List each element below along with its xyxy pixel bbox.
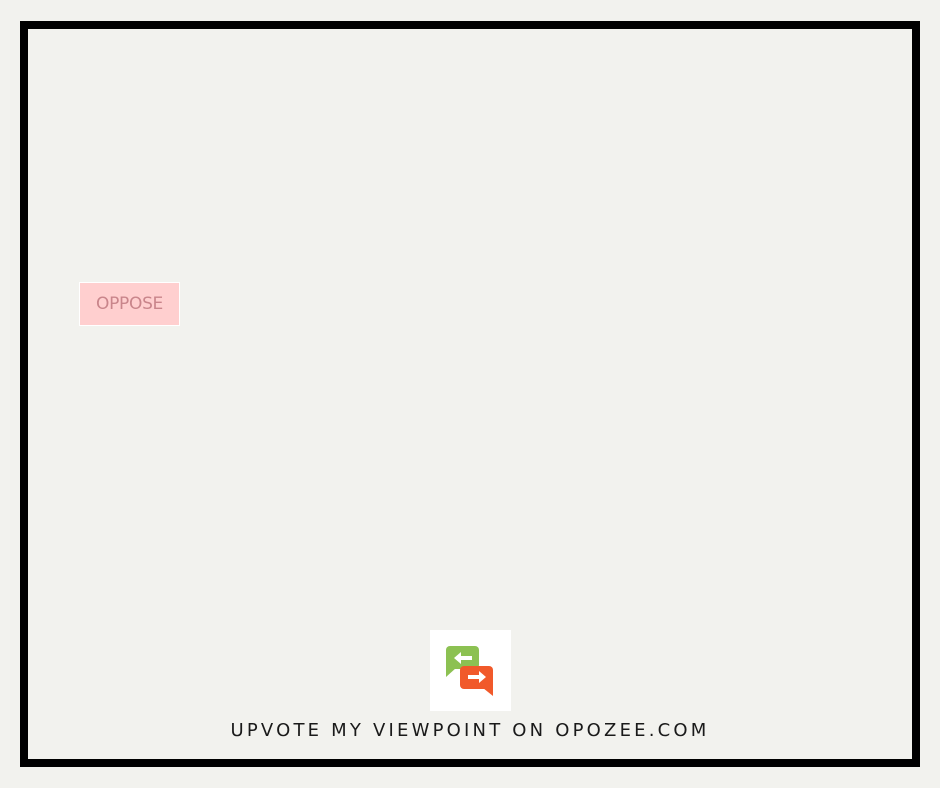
upvote-call-to-action: UPVOTE MY VIEWPOINT ON OPOZEE.COM [230, 720, 710, 741]
opozee-logo[interactable] [430, 630, 511, 711]
oppose-button[interactable]: OPPOSE [79, 282, 180, 326]
right-arrow-bubble-icon [460, 666, 493, 696]
opozee-chat-bubbles-icon [446, 646, 493, 696]
